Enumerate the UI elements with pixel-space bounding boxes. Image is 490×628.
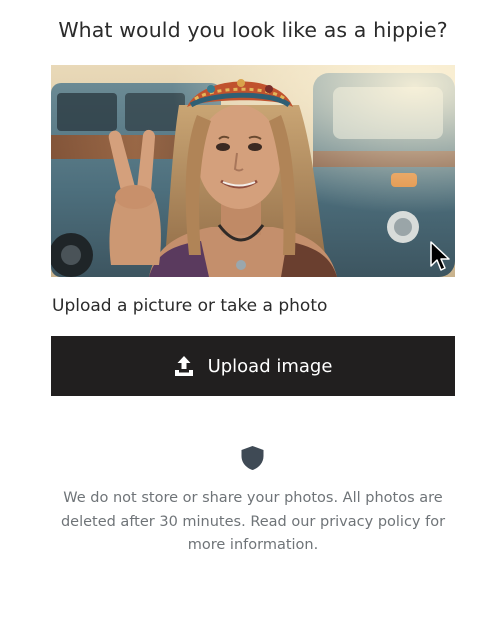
upload-icon — [174, 356, 193, 376]
upload-image-button[interactable]: Upload image — [51, 336, 455, 396]
shield-icon — [241, 446, 264, 470]
mouse-pointer-icon — [430, 241, 450, 271]
privacy-notice: We do not store or share your photos. Al… — [60, 490, 446, 553]
upload-instructions: Upload a picture or take a photo — [52, 296, 328, 316]
example-hippie-photo — [51, 65, 455, 277]
upload-image-label: Upload image — [207, 355, 333, 377]
page-title: What would you look like as a hippie? — [58, 18, 448, 42]
